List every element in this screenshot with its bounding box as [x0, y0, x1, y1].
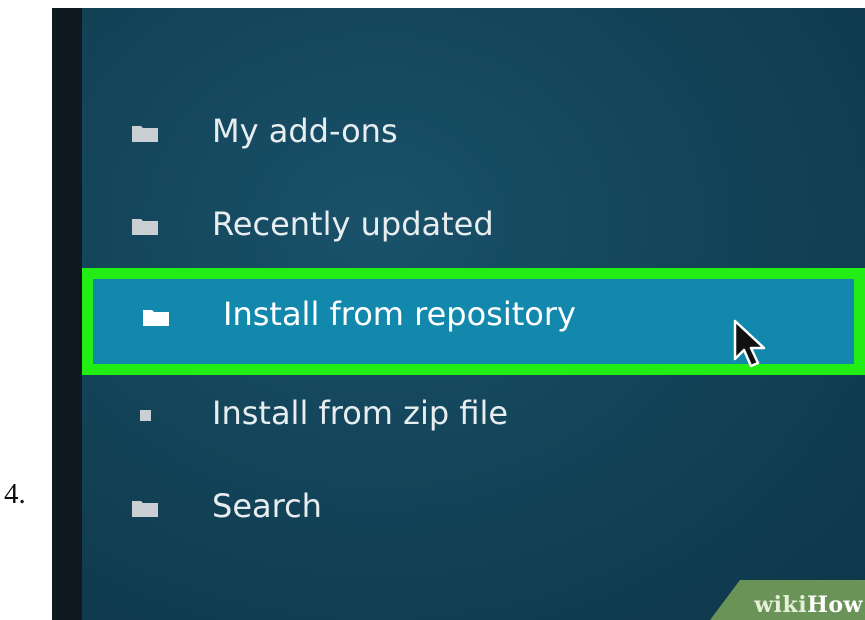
menu-item-recently-updated[interactable]: Recently updated	[82, 181, 865, 274]
watermark-text: wikiHow	[754, 592, 863, 618]
step-number: 4.	[4, 478, 26, 510]
square-icon	[140, 410, 151, 421]
left-sidebar-edge	[52, 8, 82, 620]
watermark-how: How	[807, 592, 863, 618]
menu-item-label: My add-ons	[212, 112, 398, 150]
menu-item-label: Install from repository	[223, 295, 576, 333]
folder-icon	[132, 501, 158, 517]
wikihow-watermark: wikiHow	[710, 580, 865, 620]
menu-item-install-from-zip-file[interactable]: Install from zip file	[82, 370, 865, 463]
kodi-addons-screen: My add-ons Recently updated Install from…	[52, 8, 865, 620]
menu-item-search[interactable]: Search	[82, 463, 865, 556]
menu-item-my-add-ons[interactable]: My add-ons	[82, 88, 865, 181]
menu-item-label: Search	[212, 487, 322, 525]
menu-item-label: Install from zip file	[212, 394, 509, 432]
folder-icon	[143, 310, 169, 326]
menu-item-label: Recently updated	[212, 205, 494, 243]
mouse-pointer-icon	[733, 319, 766, 368]
folder-icon	[132, 219, 158, 235]
folder-icon	[132, 126, 158, 142]
watermark-wiki: wiki	[754, 592, 808, 618]
